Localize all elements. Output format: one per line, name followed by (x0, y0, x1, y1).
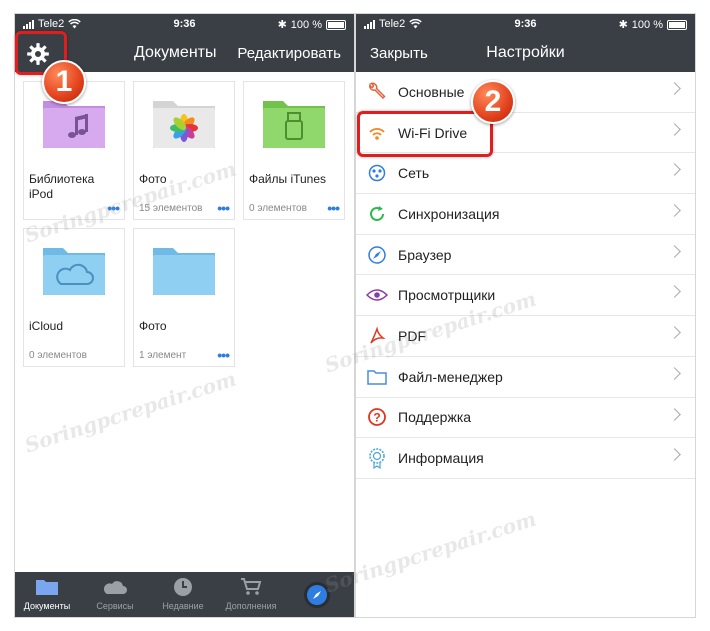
folder-tile-icloud[interactable]: iCloud 0 элементов (23, 228, 125, 367)
battery-percent: 100 % (631, 18, 663, 31)
settings-item-general[interactable]: Основные (356, 72, 695, 113)
settings-item-info[interactable]: Информация (356, 438, 695, 479)
page-title: Документы (134, 44, 217, 61)
settings-item-pdf[interactable]: PDF (356, 316, 695, 357)
tile-name: Фото (139, 319, 167, 333)
compass-icon (368, 245, 386, 264)
settings-item-file-manager[interactable]: Файл-менеджер (356, 357, 695, 398)
chevron-right-icon (668, 366, 681, 380)
sync-icon (370, 205, 384, 221)
settings-item-network[interactable]: Сеть (356, 153, 695, 195)
settings-item-label: Информация (398, 450, 484, 467)
svg-text:?: ? (373, 411, 380, 425)
cloud-icon (103, 581, 127, 594)
tile-name: Фото (139, 172, 167, 186)
tab-label: Документы (23, 601, 71, 611)
bluetooth-icon: ✱ (618, 19, 628, 31)
folder-icon (153, 101, 215, 148)
settings-item-support[interactable]: ? Поддержка (356, 398, 695, 439)
more-icon[interactable]: ••• (217, 348, 230, 362)
settings-screen: Tele2 9:36 ✱ 100 % Закрыть Настройки Осн… (356, 14, 695, 617)
tab-addons[interactable]: Дополнения (219, 576, 283, 611)
settings-item-label: PDF (398, 327, 426, 344)
settings-item-browser[interactable]: Браузер (356, 235, 695, 276)
tab-label: Сервисы (96, 601, 134, 611)
chevron-right-icon (668, 244, 681, 258)
settings-item-label: Основные (398, 83, 465, 100)
tile-count: 1 элемент (139, 350, 187, 361)
more-icon[interactable]: ••• (327, 201, 340, 215)
tile-count: 15 элементов (139, 203, 203, 214)
chevron-right-icon (668, 448, 681, 462)
cart-icon (241, 578, 262, 595)
compass-icon (304, 582, 330, 608)
callout-badge-1: 1 (42, 60, 86, 104)
more-icon[interactable]: ••• (217, 201, 230, 215)
tab-bar: Документы Сервисы Недавние Дополнения (15, 572, 354, 617)
settings-item-sync[interactable]: Синхронизация (356, 194, 695, 235)
tile-name: iCloud (29, 319, 64, 333)
folder-icon (36, 580, 58, 595)
battery-icon (667, 19, 687, 30)
tab-label: Дополнения (225, 601, 277, 611)
status-bar: Tele2 9:36 ✱ 100 % (356, 14, 695, 34)
tile-name: Библиотека iPod (29, 172, 95, 201)
chevron-right-icon (668, 122, 681, 136)
eye-icon (366, 289, 388, 302)
tile-name: Файлы iTunes (249, 172, 327, 186)
callout-badge-2: 2 (471, 80, 515, 124)
chevron-right-icon (668, 204, 681, 217)
folder-tile-itunes-files[interactable]: Файлы iTunes 0 элементов ••• (243, 81, 345, 220)
battery-icon (326, 19, 346, 30)
wifi-drive-highlight-box (357, 111, 493, 157)
chevron-right-icon (668, 326, 681, 339)
tab-label: Недавние (162, 601, 204, 611)
settings-item-label: Файл-менеджер (398, 368, 503, 385)
tab-documents[interactable]: Документы (15, 576, 79, 611)
photos-icon (170, 114, 198, 142)
status-bar: Tele2 9:36 ✱ 100 % (15, 14, 354, 34)
folder-tile-photo[interactable]: Фото 1 элемент ••• (133, 228, 235, 367)
more-icon[interactable]: ••• (107, 201, 120, 215)
settings-item-label: Просмотрщики (398, 287, 496, 304)
info-badge-icon (369, 448, 385, 470)
tab-services[interactable]: Сервисы (83, 576, 147, 611)
folder-icon (367, 369, 387, 385)
tab-browser[interactable] (297, 580, 337, 612)
edit-button[interactable]: Редактировать (237, 45, 341, 62)
folder-icon (43, 101, 105, 148)
settings-item-label: Сеть (398, 165, 430, 182)
help-icon: ? (368, 408, 386, 427)
network-icon (368, 164, 386, 182)
folder-icon (153, 248, 215, 295)
bluetooth-icon: ✱ (277, 19, 287, 31)
chevron-right-icon (668, 163, 681, 177)
pdf-icon (370, 326, 386, 344)
clock-icon (174, 578, 192, 596)
documents-screen: Tele2 9:36 ✱ 100 % Документы Редактирова… (15, 14, 354, 617)
folder-tile-ipod-library[interactable]: Библиотека iPod ••• (23, 81, 125, 220)
wrench-icon (369, 82, 386, 99)
page-title: Настройки (486, 44, 565, 61)
tile-count: 0 элементов (29, 350, 87, 361)
settings-navbar: Закрыть Настройки (356, 34, 695, 72)
chevron-right-icon (668, 82, 681, 95)
tab-recent[interactable]: Недавние (151, 576, 215, 611)
battery-percent: 100 % (290, 18, 322, 31)
settings-item-viewers[interactable]: Просмотрщики (356, 275, 695, 317)
chevron-right-icon (668, 407, 681, 421)
folder-tile-photos[interactable]: Фото 15 элементов ••• (133, 81, 235, 220)
chevron-right-icon (668, 285, 681, 299)
settings-item-label: Поддержка (398, 409, 472, 426)
tile-count: 0 элементов (249, 203, 307, 214)
folder-icon (263, 101, 325, 148)
settings-item-label: Синхронизация (398, 205, 500, 222)
folder-icon (43, 248, 105, 295)
settings-item-label: Браузер (398, 246, 452, 263)
